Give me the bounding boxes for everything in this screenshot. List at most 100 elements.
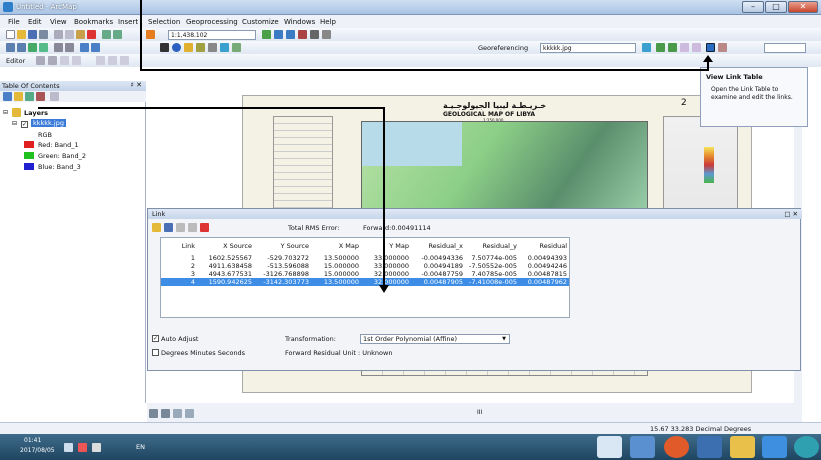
scale-icon[interactable] — [692, 43, 701, 52]
python-icon[interactable] — [322, 30, 331, 39]
zoom-in-icon[interactable] — [6, 43, 15, 52]
edit-annotation-icon[interactable] — [48, 56, 57, 65]
network-icon[interactable] — [78, 443, 87, 452]
back-extent-icon[interactable] — [80, 43, 89, 52]
column-header[interactable]: Residual_y — [465, 242, 517, 250]
select-link-icon[interactable] — [176, 223, 185, 232]
add-control-points-icon[interactable] — [656, 43, 665, 52]
undo-icon[interactable] — [102, 30, 111, 39]
data-view-icon[interactable] — [149, 409, 158, 418]
link-window-close[interactable]: □ ✕ — [784, 210, 798, 218]
view-link-table-icon[interactable] — [706, 43, 715, 52]
load-links-icon[interactable] — [152, 223, 161, 232]
degrees-minutes-seconds-checkbox[interactable] — [152, 349, 159, 356]
menu-geoprocessing[interactable]: Geoprocessing — [186, 18, 238, 26]
column-header[interactable]: X Source — [197, 242, 252, 250]
menu-bookmarks[interactable]: Bookmarks — [74, 18, 113, 26]
select-elements-icon[interactable] — [160, 43, 169, 52]
editor-menu[interactable]: Editor — [6, 57, 25, 65]
delete-icon[interactable] — [87, 30, 96, 39]
language-indicator[interactable]: EN — [136, 443, 145, 451]
search-window-icon[interactable] — [298, 30, 307, 39]
list-by-selection-icon[interactable] — [36, 92, 45, 101]
editor-toolbar-icon[interactable] — [262, 30, 271, 39]
toc-pin-close[interactable]: ♯ ✕ — [131, 81, 142, 89]
scroll-thumb[interactable]: III — [477, 409, 482, 416]
fixed-zoom-out-icon[interactable] — [65, 43, 74, 52]
menu-edit[interactable]: Edit — [28, 18, 42, 26]
pause-drawing-icon[interactable] — [185, 409, 194, 418]
catalog-icon[interactable] — [286, 30, 295, 39]
list-by-drawing-order-icon[interactable] — [3, 92, 12, 101]
delete-link-icon[interactable] — [200, 223, 209, 232]
layout-view-icon[interactable] — [161, 409, 170, 418]
html-popup-icon[interactable] — [220, 43, 229, 52]
layer-name[interactable]: kkkkk.jpg — [31, 119, 66, 127]
menu-help[interactable]: Help — [320, 18, 336, 26]
start-taskbar-icon[interactable] — [794, 436, 819, 458]
toc-options-icon[interactable] — [50, 92, 59, 101]
save-links-icon[interactable] — [164, 223, 173, 232]
table-row[interactable]: 1 1602.525567 -529.703272 13.500000 33.0… — [161, 254, 569, 262]
column-header[interactable]: Y Source — [254, 242, 309, 250]
magnifier-icon[interactable] — [718, 43, 727, 52]
forward-extent-icon[interactable] — [91, 43, 100, 52]
map-horizontal-scrollbar[interactable]: III — [147, 403, 802, 422]
time-slider-icon[interactable] — [232, 43, 241, 52]
layer-expander[interactable]: ⊟ — [12, 120, 17, 127]
zoom-to-link-icon[interactable] — [188, 223, 197, 232]
search-taskbar-icon[interactable] — [597, 436, 622, 458]
full-extent-icon[interactable] — [39, 43, 48, 52]
column-header[interactable]: X Map — [311, 242, 359, 250]
save-icon[interactable] — [28, 30, 37, 39]
auto-registration-icon[interactable] — [668, 43, 677, 52]
internet-explorer-taskbar-icon[interactable] — [762, 436, 787, 458]
menu-view[interactable]: View — [50, 18, 67, 26]
transformation-select[interactable]: 1st Order Polynomial (Affine) ▼ — [360, 334, 510, 344]
column-header[interactable]: Link — [161, 242, 195, 250]
map-scale-field[interactable]: 1:1,438.102 — [168, 30, 256, 40]
minimize-button[interactable]: – — [742, 1, 764, 13]
column-header[interactable]: Residual — [519, 242, 567, 250]
layer-visibility-checkbox[interactable]: ✓ — [21, 121, 28, 128]
speaker-icon[interactable] — [64, 443, 73, 452]
rotate-tool-icon[interactable] — [108, 56, 117, 65]
toc-icon[interactable] — [274, 30, 283, 39]
refresh-icon[interactable] — [173, 409, 182, 418]
arcmap-taskbar-icon[interactable] — [630, 436, 655, 458]
new-document-icon[interactable] — [6, 30, 15, 39]
print-icon[interactable] — [39, 30, 48, 39]
measure-icon[interactable] — [196, 43, 205, 52]
arctoolbox-icon[interactable] — [310, 30, 319, 39]
zoom-out-icon[interactable] — [17, 43, 26, 52]
edit-tool-icon[interactable] — [36, 56, 45, 65]
open-folder-icon[interactable] — [17, 30, 26, 39]
straight-segment-icon[interactable] — [60, 56, 69, 65]
add-data-icon[interactable] — [146, 30, 155, 39]
list-by-visibility-icon[interactable] — [25, 92, 34, 101]
menu-insert[interactable]: Insert — [118, 18, 138, 26]
layers-expander[interactable]: ⊟ — [3, 109, 8, 116]
maximize-button[interactable]: □ — [765, 1, 787, 13]
flag-icon[interactable] — [92, 443, 101, 452]
cut-icon[interactable] — [54, 30, 63, 39]
table-row-selected[interactable]: 4 1590.942625 -3142.303773 13.500000 32.… — [161, 278, 569, 286]
close-button[interactable]: ✕ — [788, 1, 818, 13]
menu-file[interactable]: File — [8, 18, 20, 26]
identify-icon[interactable] — [172, 43, 181, 52]
attributes-icon[interactable] — [120, 56, 129, 65]
auto-adjust-checkbox[interactable]: ✓ — [152, 335, 159, 342]
menu-selection[interactable]: Selection — [148, 18, 180, 26]
column-header[interactable]: Residual_x — [411, 242, 463, 250]
split-tool-icon[interactable] — [96, 56, 105, 65]
georef-extra-field[interactable] — [764, 43, 806, 53]
rotate-icon[interactable] — [642, 43, 651, 52]
hyperlink-icon[interactable] — [208, 43, 217, 52]
georeferencing-label[interactable]: Georeferencing — [478, 44, 528, 52]
redo-icon[interactable] — [113, 30, 122, 39]
menu-windows[interactable]: Windows — [284, 18, 315, 26]
endpoint-arc-icon[interactable] — [72, 56, 81, 65]
file-explorer-taskbar-icon[interactable] — [730, 436, 755, 458]
chrome-taskbar-icon[interactable] — [664, 436, 689, 458]
table-row[interactable]: 3 4943.677531 -3126.768898 15.000000 32.… — [161, 270, 569, 278]
